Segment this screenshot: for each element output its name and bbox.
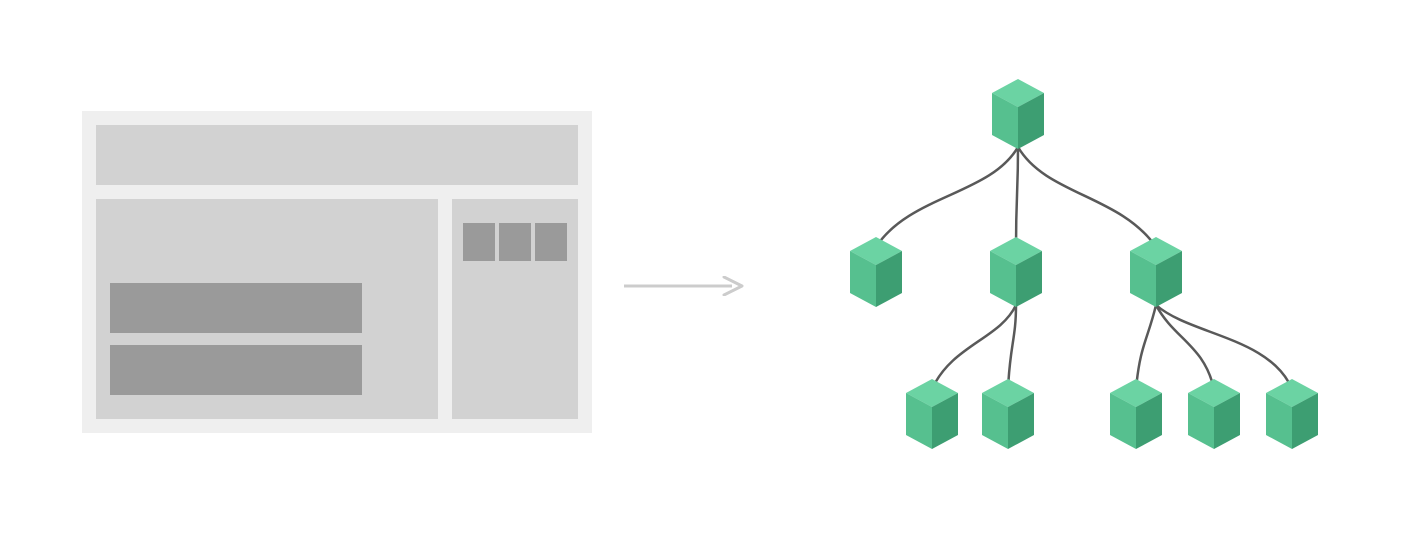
wireframe-main-region: [96, 199, 438, 419]
wireframe-content-block: [110, 283, 362, 333]
wireframe-content-block: [110, 345, 362, 395]
wireframe-sidebar-item: [499, 223, 531, 261]
tree-node-leaf: [896, 375, 968, 453]
tree-node: [980, 233, 1052, 311]
tree-node-leaf: [1100, 375, 1172, 453]
arrow-right-icon: [624, 276, 752, 296]
tree-node: [840, 233, 912, 311]
wireframe-sidebar-region: [452, 199, 578, 419]
tree-node-root: [982, 75, 1054, 153]
wireframe-sidebar-item: [463, 223, 495, 261]
wireframe-header-region: [96, 125, 578, 185]
tree-diagram: [780, 75, 1350, 475]
diagram-canvas: [0, 0, 1406, 544]
layout-wireframe: [82, 111, 592, 433]
wireframe-sidebar-item: [535, 223, 567, 261]
tree-node-leaf: [1256, 375, 1328, 453]
tree-node: [1120, 233, 1192, 311]
tree-node-leaf: [972, 375, 1044, 453]
tree-node-leaf: [1178, 375, 1250, 453]
